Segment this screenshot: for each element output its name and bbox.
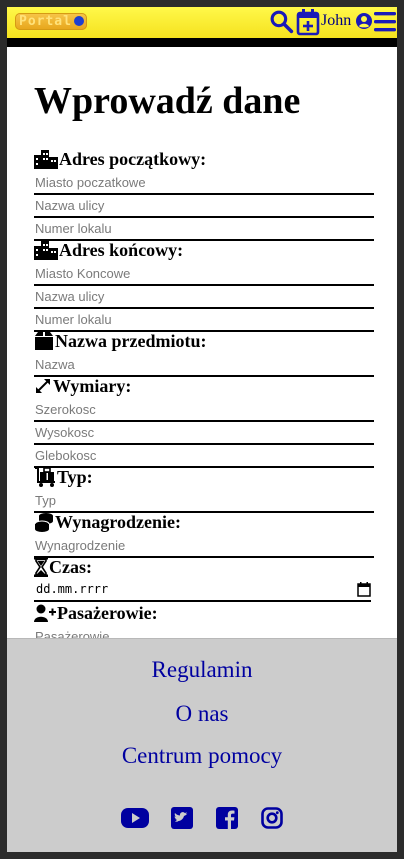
dimensions-label: Wymiary: (34, 375, 131, 397)
footer-link-help-center[interactable]: Centrum pomocy (7, 743, 397, 769)
end-city-field[interactable] (34, 262, 376, 286)
time-label-text: Czas: (49, 556, 92, 577)
end-address-label-text: Adres końcowy: (59, 239, 184, 260)
start-street-field[interactable] (34, 194, 376, 218)
start-address-label: Adres początkowy: (34, 148, 206, 170)
height-input[interactable] (34, 421, 376, 443)
pay-label-text: Wynagrodzenie: (55, 511, 181, 532)
instagram-icon[interactable] (261, 806, 283, 830)
hourglass-icon (34, 557, 48, 577)
depth-field[interactable] (34, 444, 376, 468)
start-city-field[interactable] (34, 171, 376, 195)
calendar-picker-icon[interactable] (357, 582, 371, 597)
width-input[interactable] (34, 398, 376, 420)
end-street-input[interactable] (34, 285, 376, 307)
portal-logo[interactable]: Portal (15, 13, 87, 30)
luggage-cart-icon (35, 467, 55, 487)
start-unit-field[interactable] (34, 217, 376, 241)
app-frame: Portal John Wprowadź dane Adres początko… (7, 7, 397, 852)
time-label: Czas: (34, 556, 92, 578)
expand-arrows-icon (36, 379, 50, 393)
width-field[interactable] (34, 398, 376, 422)
page-title: Wprowadź dane (34, 80, 301, 122)
start-unit-input[interactable] (34, 217, 376, 239)
city-buildings-icon (34, 150, 58, 169)
type-input[interactable] (34, 489, 376, 511)
start-street-input[interactable] (34, 194, 376, 216)
end-unit-input[interactable] (34, 308, 376, 330)
city-buildings-icon (34, 241, 58, 260)
header-divider (7, 38, 397, 47)
item-name-field[interactable] (34, 353, 376, 377)
footer: Regulamin O nas Centrum pomocy (7, 638, 397, 852)
type-label: Typ: (34, 466, 93, 488)
box-icon (35, 332, 53, 350)
type-label-text: Typ: (57, 466, 93, 487)
pay-label: Wynagrodzenie: (34, 511, 181, 533)
facebook-icon[interactable] (216, 806, 238, 830)
end-street-field[interactable] (34, 285, 376, 309)
footer-link-about[interactable]: O nas (7, 701, 397, 727)
passengers-label: Pasażerowie: (34, 602, 158, 624)
user-name[interactable]: John (321, 12, 351, 30)
end-address-label: Adres końcowy: (34, 239, 183, 261)
item-name-label: Nazwa przedmiotu: (34, 330, 206, 352)
type-field[interactable] (34, 489, 376, 513)
start-city-input[interactable] (34, 171, 376, 193)
item-name-label-text: Nazwa przedmiotu: (55, 330, 207, 351)
search-icon[interactable] (269, 9, 294, 34)
item-name-input[interactable] (34, 353, 376, 375)
pay-field[interactable] (34, 534, 376, 558)
pay-input[interactable] (34, 534, 376, 556)
depth-input[interactable] (34, 444, 376, 466)
youtube-icon[interactable] (121, 807, 149, 829)
twitter-icon[interactable] (171, 806, 193, 830)
height-field[interactable] (34, 421, 376, 445)
passengers-label-text: Pasażerowie: (57, 602, 158, 623)
end-unit-field[interactable] (34, 308, 376, 332)
date-field[interactable]: dd.mm.rrrr (34, 580, 371, 602)
logo-dot (74, 16, 84, 26)
user-circle-icon[interactable] (356, 13, 372, 29)
dimensions-label-text: Wymiary: (53, 375, 132, 396)
user-plus-icon (34, 604, 56, 622)
calendar-plus-icon[interactable] (296, 8, 320, 36)
top-navbar: Portal John (7, 7, 397, 38)
logo-text: Portal (19, 14, 72, 29)
footer-link-terms[interactable]: Regulamin (7, 657, 397, 683)
coins-icon (34, 513, 53, 532)
end-city-input[interactable] (34, 262, 376, 284)
start-address-label-text: Adres początkowy: (59, 148, 207, 169)
date-value[interactable]: dd.mm.rrrr (36, 582, 108, 596)
hamburger-menu-icon[interactable] (374, 10, 396, 34)
